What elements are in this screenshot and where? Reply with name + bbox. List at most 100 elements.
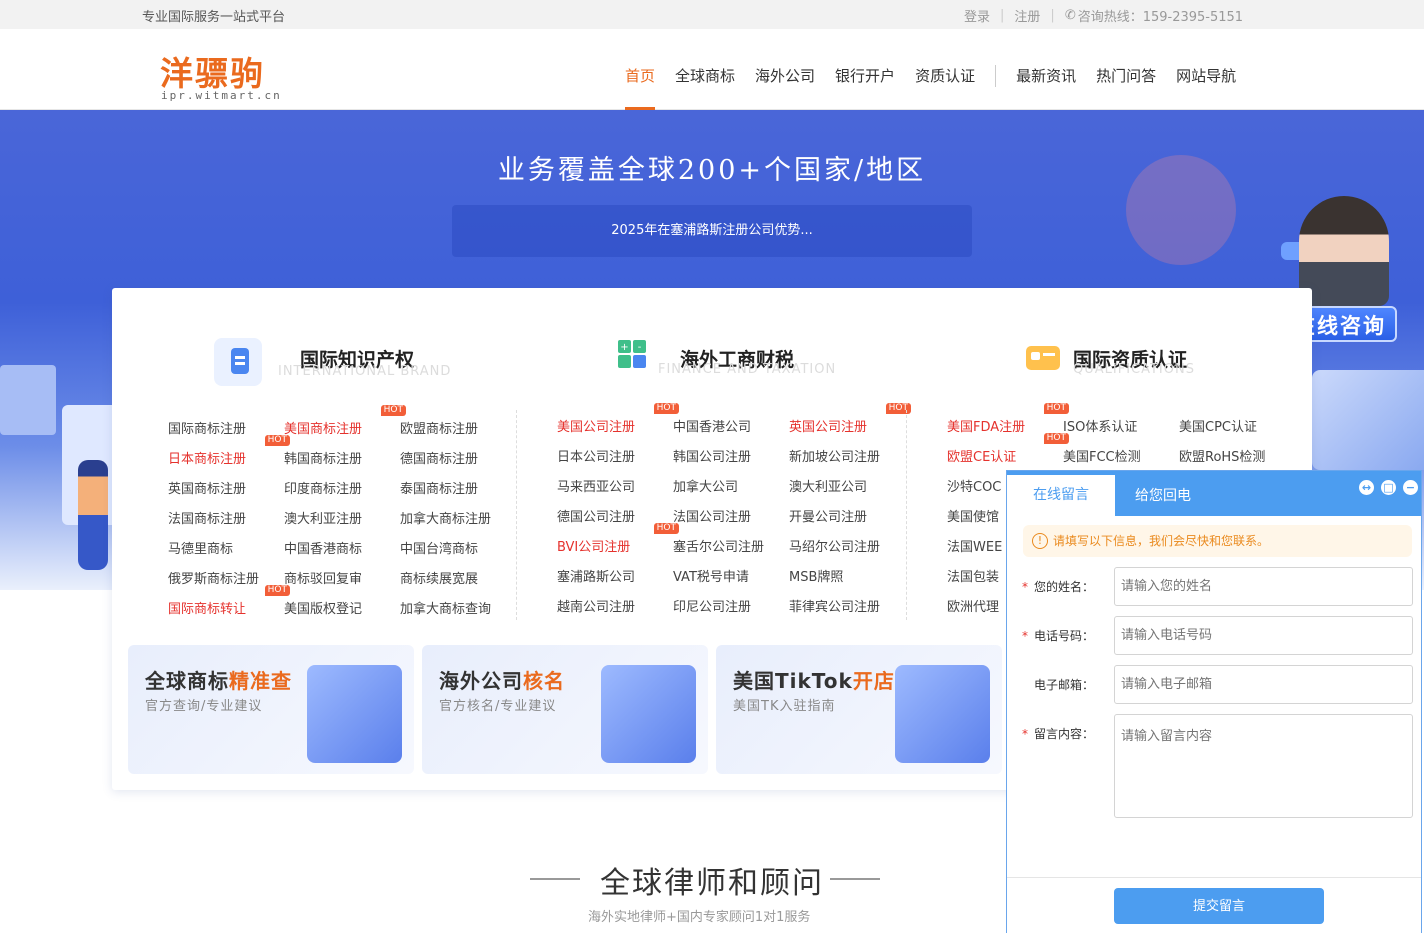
- site-logo[interactable]: 洋骠驹: [160, 47, 265, 95]
- maximize-icon[interactable]: □: [1381, 480, 1396, 495]
- submit-message-button[interactable]: 提交留言: [1114, 888, 1324, 924]
- service-link[interactable]: ISO体系认证: [1063, 416, 1179, 435]
- swap-icon[interactable]: ↔: [1359, 480, 1374, 495]
- service-link[interactable]: 加拿大公司: [673, 476, 789, 495]
- service-link[interactable]: 德国商标注册: [400, 448, 516, 467]
- column-subtitle: INTERNATIONAL BRAND: [278, 364, 452, 379]
- screen-illustration: [0, 365, 56, 435]
- promo-subtitle: 官方核名/专业建议: [439, 699, 557, 714]
- nav-news[interactable]: 最新资讯: [1016, 65, 1076, 110]
- promo-title: 全球商标精准查: [145, 669, 292, 693]
- service-link[interactable]: VAT税号申请: [673, 566, 789, 585]
- service-link[interactable]: 开曼公司注册: [789, 506, 905, 525]
- hero-title: 业务覆盖全球200+个国家/地区: [497, 155, 927, 186]
- nav-divider: [995, 65, 997, 87]
- service-link[interactable]: 马绍尔公司注册: [789, 536, 905, 555]
- nav-qualification[interactable]: 资质认证: [915, 65, 975, 110]
- service-link[interactable]: MSB牌照: [789, 566, 905, 585]
- service-link[interactable]: 加拿大商标注册: [400, 508, 516, 527]
- consultant-avatar: [1299, 196, 1389, 306]
- name-input[interactable]: [1114, 567, 1413, 606]
- message-label: * 留言内容：: [1022, 727, 1095, 741]
- service-link[interactable]: 越南公司注册: [557, 596, 673, 615]
- tab-call-back[interactable]: 给您回电: [1135, 485, 1191, 505]
- register-link[interactable]: 注册: [1014, 6, 1040, 25]
- service-link[interactable]: 美国公司注册 HOT: [557, 403, 679, 435]
- service-link[interactable]: 商标续展宽展: [400, 568, 516, 587]
- service-link[interactable]: 日本商标注册 HOT: [168, 435, 290, 467]
- service-link[interactable]: 泰国商标注册: [400, 478, 516, 497]
- nav-sitemap[interactable]: 网站导航: [1176, 65, 1236, 110]
- finance-service-links: 美国公司注册 HOT 中国香港公司 英国公司注册 HOT 日本公司注册 韩国公司注册…: [557, 403, 911, 615]
- service-link[interactable]: BVI公司注册 HOT: [557, 523, 679, 555]
- column-subtitle: QUALIFICATIONS: [1073, 362, 1195, 377]
- minimize-icon[interactable]: −: [1403, 480, 1418, 495]
- form-notice: ! 请填写以下信息，我们会尽快和您联系。: [1023, 525, 1412, 557]
- service-link[interactable]: 澳大利亚公司: [789, 476, 905, 495]
- hot-badge: HOT: [264, 435, 290, 446]
- nav-faq[interactable]: 热门问答: [1096, 65, 1156, 110]
- service-link[interactable]: 欧盟CE认证 HOT: [947, 433, 1069, 465]
- service-link[interactable]: 国际商标转让 HOT: [168, 585, 290, 617]
- phone-input[interactable]: [1114, 616, 1413, 655]
- service-link[interactable]: 国际商标注册: [168, 418, 284, 437]
- service-link[interactable]: 印尼公司注册: [673, 596, 789, 615]
- service-link[interactable]: 马德里商标: [168, 538, 284, 557]
- service-link[interactable]: 日本公司注册: [557, 446, 673, 465]
- service-link[interactable]: 英国商标注册: [168, 478, 284, 497]
- service-link[interactable]: 马来西亚公司: [557, 476, 673, 495]
- service-link[interactable]: 加拿大商标查询: [400, 598, 516, 617]
- promo-card-trademark-search[interactable]: 全球商标精准查 官方查询/专业建议: [128, 645, 414, 774]
- service-link[interactable]: 美国版权登记: [284, 598, 400, 617]
- promo-card-company-name-check[interactable]: 海外公司核名 官方核名/专业建议: [422, 645, 708, 774]
- service-link[interactable]: 德国公司注册: [557, 506, 673, 525]
- service-link[interactable]: 俄罗斯商标注册: [168, 568, 284, 587]
- service-link[interactable]: 美国FCC检测: [1063, 446, 1179, 465]
- nav-overseas-company[interactable]: 海外公司: [755, 65, 815, 110]
- column-header-ip: 国际知识产权 INTERNATIONAL BRAND: [214, 338, 474, 398]
- service-link[interactable]: 韩国公司注册: [673, 446, 789, 465]
- svg-text:-: -: [638, 342, 642, 353]
- tab-leave-message[interactable]: 在线留言: [1007, 475, 1115, 516]
- top-bar-links: 登录 | 注册 | ✆ 咨询热线：159-2395-5151: [964, 6, 1243, 25]
- service-link[interactable]: 印度商标注册: [284, 478, 400, 497]
- calculator-icon: + -: [610, 338, 658, 386]
- hero-news-ticker[interactable]: 2025年在塞浦路斯注册公司优势...: [452, 205, 972, 257]
- service-link[interactable]: 中国台湾商标: [400, 538, 516, 557]
- service-link[interactable]: 塞舌尔公司注册: [673, 536, 789, 555]
- service-link[interactable]: 塞浦路斯公司: [557, 566, 673, 585]
- hotline-text: 咨询热线：159-2395-5151: [1077, 10, 1244, 25]
- message-textarea[interactable]: [1114, 714, 1413, 818]
- service-link[interactable]: 菲律宾公司注册: [789, 596, 905, 615]
- service-link[interactable]: 美国FDA注册 HOT: [947, 403, 1069, 435]
- price-tag-icon: [214, 338, 262, 386]
- divider: |: [1050, 8, 1055, 23]
- service-link[interactable]: 新加坡公司注册: [789, 446, 905, 465]
- title-line-right: [830, 878, 880, 880]
- message-panel: 在线留言 给您回电 ↔ □ − ! 请填写以下信息，我们会尽快和您联系。 * 您的…: [1006, 470, 1422, 933]
- service-link[interactable]: 中国香港商标: [284, 538, 400, 557]
- service-link[interactable]: 韩国商标注册: [284, 448, 400, 467]
- service-link[interactable]: 欧盟商标注册: [400, 418, 516, 437]
- email-input[interactable]: [1114, 665, 1413, 704]
- section-title: 全球律师和顾问: [600, 866, 824, 901]
- promo-card-tiktok-shop[interactable]: 美国TikTok开店 美国TK入驻指南: [716, 645, 1002, 774]
- nav-global-trademark[interactable]: 全球商标: [675, 65, 735, 110]
- service-link[interactable]: 欧盟RoHS检测: [1179, 446, 1295, 465]
- service-link[interactable]: 美国CPC认证: [1179, 416, 1295, 435]
- service-link[interactable]: 法国公司注册: [673, 506, 789, 525]
- nav-bank-account[interactable]: 银行开户: [835, 65, 895, 110]
- login-link[interactable]: 登录: [964, 6, 990, 25]
- service-link[interactable]: 法国商标注册: [168, 508, 284, 527]
- service-link[interactable]: 美国商标注册 HOT: [284, 405, 406, 437]
- nav-home[interactable]: 首页: [625, 65, 656, 110]
- column-header-finance: + - 海外工商财税 FINANCE AND TAXATION: [610, 338, 870, 398]
- service-link[interactable]: 英国公司注册 HOT: [789, 403, 911, 435]
- service-link[interactable]: 商标驳回复审: [284, 568, 400, 587]
- title-line-left: [530, 878, 580, 880]
- service-link[interactable]: 中国香港公司: [673, 416, 789, 435]
- name-label: * 您的姓名：: [1022, 580, 1095, 594]
- service-link[interactable]: 澳大利亚注册: [284, 508, 400, 527]
- column-subtitle: FINANCE AND TAXATION: [658, 362, 837, 377]
- warning-icon: !: [1032, 533, 1048, 549]
